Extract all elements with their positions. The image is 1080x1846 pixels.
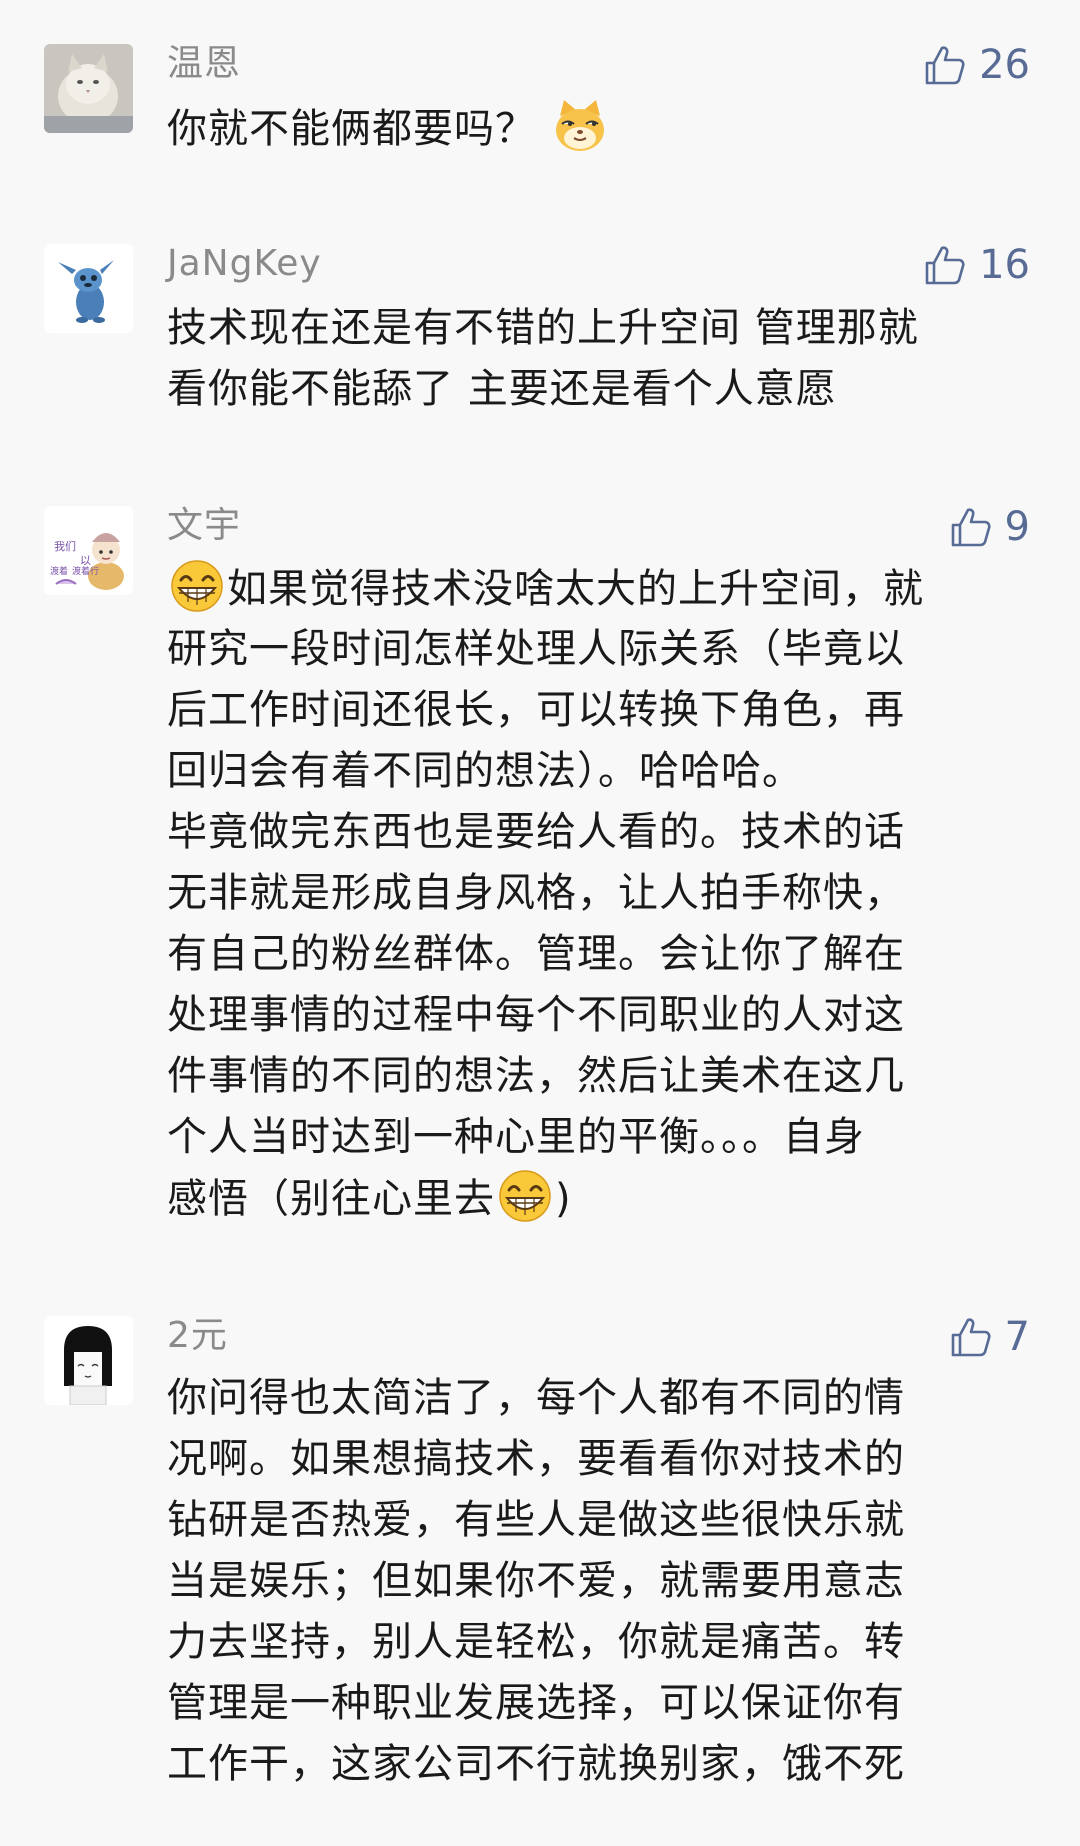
nickname[interactable]: 文宇: [167, 504, 241, 548]
avatar-caption: 以: [80, 554, 91, 567]
like-count: 7: [1004, 1314, 1030, 1360]
doge-cat-emoji: [552, 98, 608, 154]
comment-line: 件事情的不同的想法，然后让美术在这几: [167, 1053, 905, 1099]
stitch-avatar-icon: [44, 244, 133, 333]
comment-line: 看你能不能舔了 主要还是看个人意愿: [167, 366, 837, 412]
grinning-face-emoji: [169, 558, 225, 614]
comment-text-segment: 感悟（别往心里去: [167, 1176, 495, 1222]
nickname[interactable]: 温恩: [167, 42, 241, 86]
like-count: 26: [979, 42, 1030, 88]
comment-line: 你就不能俩都要吗？: [167, 98, 1027, 159]
girl-avatar-icon: [44, 1316, 133, 1405]
avatar-caption: 我们: [54, 539, 76, 553]
avatar[interactable]: [44, 1316, 133, 1405]
thumbs-up-icon: [951, 508, 991, 547]
comment-text-segment: ): [555, 1176, 572, 1222]
like-button[interactable]: 7: [949, 1312, 1030, 1362]
comment-text: 技术现在还是有不错的上升空间 管理那就 看你能不能舔了 主要还是看个人意愿: [167, 298, 1027, 420]
comment-line: 工作干，这家公司不行就换别家，饿不死: [167, 1741, 905, 1787]
avatar[interactable]: [44, 44, 133, 133]
cat-avatar-icon: [44, 44, 133, 133]
monk-avatar-icon: 我们 以 渡着 渡着行: [44, 506, 133, 595]
comment-line: 况啊。如果想搞技术，要看看你对技术的: [167, 1436, 905, 1482]
comment-line: 当是娱乐；但如果你不爱，就需要用意志: [167, 1558, 905, 1604]
comment-text: 你问得也太简洁了，每个人都有不同的情 况啊。如果想搞技术，要看看你对技术的 钻研…: [167, 1368, 1027, 1795]
comment-line: 研究一段时间怎样处理人际关系（毕竟以: [167, 626, 905, 672]
like-button[interactable]: 9: [949, 502, 1030, 552]
thumbs-up-icon: [925, 246, 965, 285]
comment-line: 有自己的粉丝群体。管理。会让你了解在: [167, 931, 905, 977]
like-count: 9: [1004, 504, 1030, 550]
comment-line: 力去坚持，别人是轻松，你就是痛苦。转: [167, 1619, 905, 1665]
avatar[interactable]: 我们 以 渡着 渡着行: [44, 506, 133, 595]
comment-text-segment: 如果觉得技术没啥太大的上升空间，就: [227, 566, 924, 612]
like-button[interactable]: 26: [923, 40, 1030, 90]
like-count: 16: [979, 242, 1030, 288]
comment-line: 钻研是否热爱，有些人是做这些很快乐就: [167, 1497, 905, 1543]
comment-line: 如果觉得技术没啥太大的上升空间，就: [167, 558, 1027, 619]
like-button[interactable]: 16: [923, 240, 1030, 290]
comment-line: 技术现在还是有不错的上升空间 管理那就: [167, 305, 919, 351]
thumbs-up-icon: [951, 1318, 991, 1357]
comment-line: 感悟（别往心里去 ): [167, 1168, 1027, 1229]
comment-line: 你问得也太简洁了，每个人都有不同的情: [167, 1375, 905, 1421]
comment-line: 个人当时达到一种心里的平衡。。。自身: [167, 1114, 865, 1160]
avatar-caption: 渡着: [50, 565, 68, 577]
nickname[interactable]: JaNgKey: [167, 242, 322, 286]
thumbs-up-icon: [925, 46, 965, 85]
comment-line: 管理是一种职业发展选择，可以保证你有: [167, 1680, 905, 1726]
comment-line: 后工作时间还很长，可以转换下角色，再: [167, 687, 905, 733]
comment-text-segment: 你就不能俩都要吗？: [167, 106, 536, 152]
avatar[interactable]: [44, 244, 133, 333]
grinning-face-emoji: [497, 1168, 553, 1224]
comment-text: 如果觉得技术没啥太大的上升空间，就 研究一段时间怎样处理人际关系（毕竟以 后工作…: [167, 558, 1027, 1229]
comment-line: 毕竟做完东西也是要给人看的。技术的话: [167, 809, 905, 855]
avatar-caption: 渡着行: [72, 565, 99, 577]
nickname[interactable]: 2元: [167, 1314, 228, 1358]
comment-line: 回归会有着不同的想法）。哈哈哈。: [167, 748, 803, 794]
comment-text: 你就不能俩都要吗？: [167, 98, 1027, 159]
comment-line: 处理事情的过程中每个不同职业的人对这: [167, 992, 905, 1038]
comment-line: 无非就是形成自身风格，让人拍手称快，: [167, 870, 905, 916]
